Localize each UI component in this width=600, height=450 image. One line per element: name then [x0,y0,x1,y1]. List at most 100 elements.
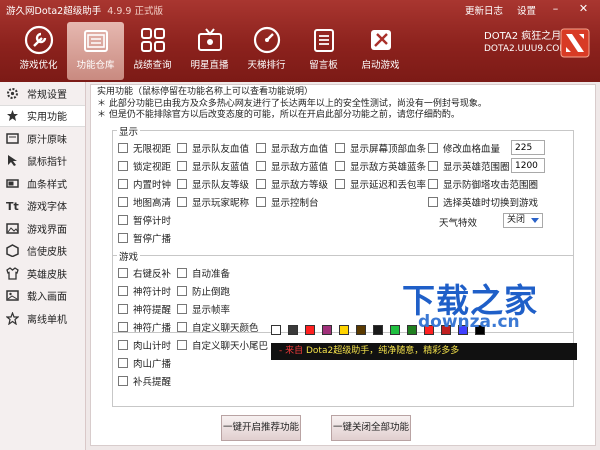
checkbox-builtin-clock[interactable]: 内置时钟 [118,177,171,191]
color-swatch[interactable] [373,325,383,335]
checkbox-enemy-level[interactable]: 显示敌方等级 [256,177,328,191]
sidebar-item-cursor[interactable]: 鼠标指针 [0,150,85,173]
checkbox-rune-reminder[interactable]: 神符提醒 [118,302,171,316]
nav-game-optimize[interactable]: 游戏优化 [10,22,67,80]
brand-text: DOTA2 疯狂之月 DOTA2.UUU9.COM [484,30,567,56]
chat-preview: - 来自 Dota2超级助手，纯净随意，精彩多多 [271,343,577,360]
checkbox-pause-broadcast[interactable]: 暂停广播 [118,231,171,245]
disable-all-button[interactable]: 一键关闭全部功能 [331,415,411,441]
checkbox-pause-timer[interactable]: 暂停计时 [118,213,171,227]
hero-range-input[interactable] [511,158,545,173]
checkbox-roshan-timer[interactable]: 肉山计时 [118,338,171,352]
sidebar-item-font[interactable]: Tt 游戏字体 [0,195,85,218]
pointer-icon [8,155,17,167]
sidebar-item-hero-skin[interactable]: 英雄皮肤 [0,262,85,285]
checkbox-last-hit-reminder[interactable]: 补兵提醒 [118,374,171,388]
color-swatch[interactable] [271,325,281,335]
checkbox-ally-mana[interactable]: 显示队友蓝值 [177,159,249,173]
main-nav: 游戏优化 功能仓库 战绩查询 明星直播 天梯排行 留言板 启动游戏 [10,22,409,80]
description-title: 实用功能（鼠标停留在功能名称上可以查看功能说明） [97,87,314,97]
gauge-icon [253,26,280,54]
chevron-down-icon [531,218,539,223]
nav-star-live[interactable]: 明星直播 [181,22,238,80]
display-group-title: 显示 [117,124,141,138]
sidebar-item-offline[interactable]: 离线单机 [0,307,85,330]
sidebar: 常规设置 实用功能 原汁原味 鼠标指针 血条样式 Tt 游戏字体 游戏界面 信使皮… [0,82,86,450]
enable-recommended-button[interactable]: 一键开启推荐功能 [221,415,301,441]
update-log-link[interactable]: 更新日志 [465,3,503,17]
description: 实用功能（鼠标停留在功能名称上可以查看功能说明） ＊ 此部分功能已由我方及众多热… [97,87,487,122]
sidebar-item-healthbar[interactable]: 血条样式 [0,172,85,195]
cup-icon [6,133,19,144]
gear-icon [7,87,18,99]
checkbox-rune-timer[interactable]: 神符计时 [118,284,171,298]
checkbox-right-click-deny[interactable]: 右键反补 [118,266,171,280]
sidebar-item-courier[interactable]: 信使皮肤 [0,240,85,263]
checkbox-rune-broadcast[interactable]: 神符广播 [118,320,171,334]
checkbox-chat-tail[interactable]: 自定义聊天小尾巴 [177,338,268,352]
checkbox-roshan-broadcast[interactable]: 肉山广播 [118,356,171,370]
svg-text:Tt: Tt [6,200,19,212]
color-swatch[interactable] [305,325,315,335]
font-icon: Tt [6,200,19,212]
shirt-icon [6,266,19,280]
checkbox-unlimited-view[interactable]: 无限视距 [118,141,171,155]
watermark: 下载之家 downza.cn [402,281,538,332]
dota2-logo-icon [560,28,590,58]
weather-label: 天气特效 [439,218,478,229]
color-swatch[interactable] [339,325,349,335]
picture-icon [6,223,19,234]
bar-icon [6,179,19,188]
checkbox-enemy-manabar[interactable]: 显示敌方英雄蓝条 [335,159,426,173]
checkbox-switch-on-pick[interactable]: 选择英雄时切换到游戏 [428,195,538,209]
settings-link[interactable]: 设置 [517,3,536,17]
notes-icon [313,29,334,52]
checkbox-map-hd[interactable]: 地图高清 [118,195,171,209]
minimize-button[interactable]: – [548,1,563,16]
checkbox-show-fps[interactable]: 显示帧率 [177,302,230,316]
sidebar-item-original[interactable]: 原汁原味 [0,127,85,150]
checkbox-chat-color[interactable]: 自定义聊天颜色 [177,320,259,334]
checkbox-console[interactable]: 显示控制台 [256,195,319,209]
sidebar-item-interface[interactable]: 游戏界面 [0,217,85,240]
checkbox-auto-ready[interactable]: 自动准备 [177,266,230,280]
checkbox-top-hpbar[interactable]: 显示屏幕顶部血条 [335,141,426,155]
utilities-panel: 实用功能（鼠标停留在功能名称上可以查看功能说明） ＊ 此部分功能已由我方及众多热… [90,84,596,446]
title-bar: 游久网Dota2超级助手 4.9.9 正式版 更新日志 设置 – ✕ [0,0,600,18]
sidebar-item-utilities[interactable]: 实用功能 [0,104,85,127]
color-swatch[interactable] [356,325,366,335]
checkbox-ally-level[interactable]: 显示队友等级 [177,177,249,191]
sidebar-item-general[interactable]: 常规设置 [0,82,85,105]
nav-record-query[interactable]: 战绩查询 [124,22,181,80]
checkbox-tower-range[interactable]: 显示防御塔攻击范围圈 [428,177,538,191]
checkbox-enemy-mana[interactable]: 显示敌方蓝值 [256,159,328,173]
app-title: 游久网Dota2超级助手 4.9.9 正式版 [6,6,163,17]
checkbox-hp-grid[interactable]: 修改血格血量 [428,141,500,155]
checkbox-enemy-hp[interactable]: 显示敌方血值 [256,141,328,155]
star-outline-icon [6,311,19,325]
nav-message-board[interactable]: 留言板 [295,22,352,80]
nav-feature-store[interactable]: 功能仓库 [67,22,124,80]
nav-launch-game[interactable]: 启动游戏 [352,22,409,80]
checkbox-prevent-backrun[interactable]: 防止倒跑 [177,284,230,298]
weather-select[interactable]: 关闭 [503,213,543,228]
description-note-2: ＊ 但是仍不能排除官方以后改变态度的可能，所以在开启此部分功能之前，请您仔细酌酌… [97,110,460,120]
checkbox-player-nickname[interactable]: 显示玩家昵称 [177,195,249,209]
sidebar-item-loading[interactable]: 载入画面 [0,285,85,308]
broadcast-icon [197,28,222,51]
image-icon [6,290,19,301]
color-swatch[interactable] [390,325,400,335]
description-note-1: ＊ 此部分功能已由我方及众多热心网友进行了长达两年以上的安全性测试，尚没有一例封… [97,98,487,109]
close-button[interactable]: ✕ [576,1,591,16]
checkbox-latency-loss[interactable]: 显示延迟和丢包率 [335,177,426,191]
checkbox-lock-view[interactable]: 锁定视距 [118,159,171,173]
checkbox-hero-range[interactable]: 显示英雄范围圈 [428,159,510,173]
checkbox-ally-hp[interactable]: 显示队友血值 [177,141,249,155]
color-swatch[interactable] [322,325,332,335]
star-icon [7,110,18,122]
nav-ladder-ranking[interactable]: 天梯排行 [238,22,295,80]
color-swatch[interactable] [288,325,298,335]
warehouse-icon [83,30,108,52]
hp-grid-input[interactable] [511,140,545,155]
cube-icon [6,244,19,258]
